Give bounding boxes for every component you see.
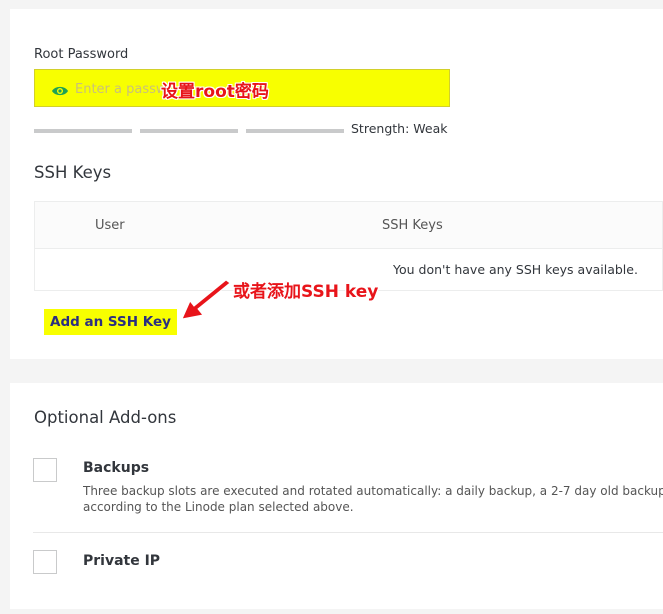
backups-checkbox[interactable]	[33, 458, 57, 482]
password-strength-text: Strength: Weak	[351, 121, 448, 136]
backups-description-line-1: Three backup slots are executed and rota…	[83, 484, 663, 498]
private-ip-checkbox[interactable]	[33, 550, 57, 574]
eye-icon[interactable]	[51, 82, 69, 101]
annotation-add-ssh-key: 或者添加SSH key	[233, 282, 379, 302]
annotation-arrow-icon	[181, 279, 231, 320]
optional-addons-heading: Optional Add-ons	[34, 408, 177, 427]
root-password-label: Root Password	[34, 47, 129, 62]
column-ssh-keys: SSH Keys	[382, 218, 443, 233]
root-password-ssh-panel: Root Password 设置root密码 Strength: Weak SS…	[10, 9, 663, 359]
strength-bar-2	[140, 129, 238, 133]
backups-label: Backups	[83, 460, 150, 476]
backups-description-line-2: according to the Linode plan selected ab…	[83, 500, 354, 514]
ssh-keys-empty-message: You don't have any SSH keys available.	[393, 262, 638, 277]
root-password-input[interactable]	[75, 78, 165, 100]
column-user: User	[95, 218, 125, 233]
strength-bar-1	[34, 129, 132, 133]
add-ssh-key-button[interactable]: Add an SSH Key	[44, 309, 177, 335]
optional-addons-panel: Optional Add-ons Backups Three backup sl…	[10, 383, 663, 609]
divider	[33, 532, 663, 533]
ssh-keys-table-header: User SSH Keys	[34, 201, 663, 249]
strength-bar-3	[246, 129, 344, 133]
private-ip-label: Private IP	[83, 553, 161, 569]
backups-description: Three backup slots are executed and rota…	[83, 483, 663, 515]
ssh-keys-heading: SSH Keys	[34, 163, 112, 182]
annotation-set-root-password: 设置root密码	[161, 82, 269, 102]
